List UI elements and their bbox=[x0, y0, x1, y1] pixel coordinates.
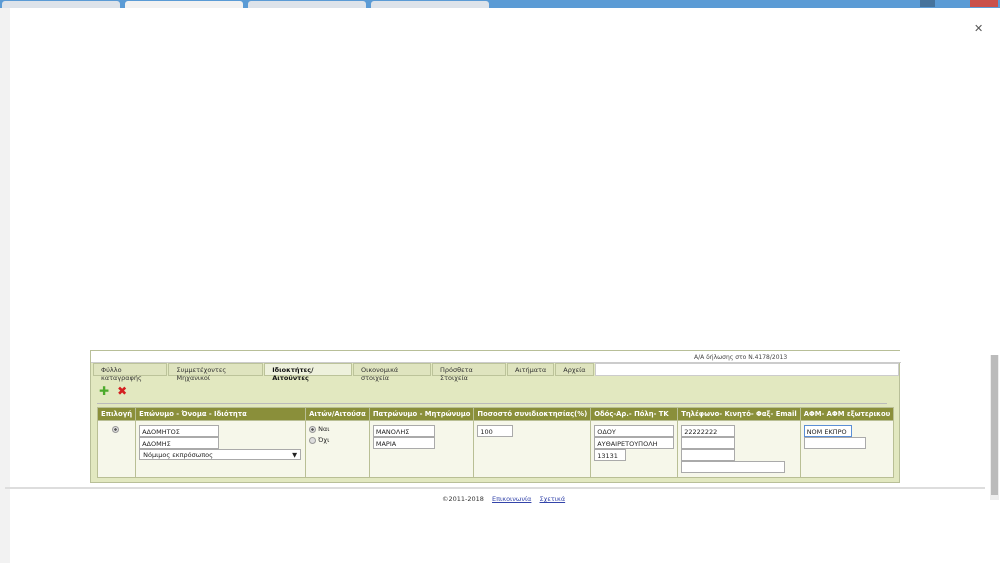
tab-bar: Φύλλο καταγραφής Συμμετέχοντες Μηχανικοί… bbox=[93, 363, 900, 382]
about-link[interactable]: Σχετικά bbox=[540, 495, 566, 503]
city-input[interactable]: ΑΥΘΑΙΡΕΤΟΥΠΟΛΗ bbox=[594, 437, 675, 449]
user-icon[interactable] bbox=[920, 0, 935, 7]
header-strip: Α/Α δήλωσης στο Ν.4178/2013 bbox=[91, 351, 901, 363]
browser-tab[interactable] bbox=[125, 1, 243, 8]
name-input[interactable]: ΑΔΟΜΗΣ bbox=[139, 437, 220, 449]
tab-record-sheet[interactable]: Φύλλο καταγραφής bbox=[93, 363, 168, 382]
footer-divider bbox=[5, 487, 985, 489]
mobile-input[interactable] bbox=[681, 437, 736, 449]
col-applicant: Αιτών/Αιτούσα bbox=[305, 407, 370, 421]
declaration-number: Α/Α δήλωσης στο Ν.4178/2013 bbox=[694, 354, 788, 361]
tab-engineers[interactable]: Συμμετέχοντες Μηχανικοί bbox=[168, 363, 264, 382]
col-percent: Ποσοστό συνιδιοκτησίας(%) bbox=[473, 407, 592, 421]
tab-financial[interactable]: Οικονομικά στοιχεία bbox=[353, 363, 431, 382]
col-contact: Τηλέφωνο- Κινητό- Φαξ- Email bbox=[677, 407, 801, 421]
window-close-button[interactable] bbox=[970, 0, 998, 7]
tab-requests[interactable]: Αιτήματα bbox=[506, 363, 555, 376]
copyright: ©2011-2018 bbox=[442, 495, 484, 503]
email-input[interactable] bbox=[681, 461, 786, 473]
col-address: Οδός-Αρ.- Πόλη- ΤΚ bbox=[590, 407, 679, 421]
x-icon[interactable]: ✖ bbox=[117, 384, 127, 398]
afm-foreign-input[interactable] bbox=[803, 437, 866, 449]
tab-bar-fill bbox=[594, 363, 900, 376]
mother-name-input[interactable]: ΜΑΡΙΑ bbox=[372, 437, 435, 449]
divider bbox=[97, 403, 887, 404]
fax-input[interactable] bbox=[681, 449, 736, 461]
scrollbar-thumb[interactable] bbox=[991, 355, 998, 495]
applicant-no-label: Όχι bbox=[318, 436, 330, 444]
vertical-scrollbar[interactable] bbox=[990, 355, 999, 500]
phone-input[interactable]: 22222222 bbox=[681, 425, 736, 437]
applicant-yes-label: Ναι bbox=[318, 425, 330, 433]
applicant-yes-radio[interactable] bbox=[309, 425, 317, 433]
plus-icon[interactable]: ✚ bbox=[99, 384, 109, 398]
owners-panel: Α/Α δήλωσης στο Ν.4178/2013 Φύλλο καταγρ… bbox=[90, 350, 901, 483]
browser-tab[interactable] bbox=[248, 1, 366, 8]
table-header: Επιλογή Επώνυμο - Όνομα - Ιδιότητα Αιτών… bbox=[96, 407, 895, 421]
tab-files[interactable]: Αρχεία bbox=[555, 363, 594, 376]
tab-owners[interactable]: Ιδιοκτήτες/Αιτούντες bbox=[264, 363, 353, 382]
close-icon[interactable]: ✕ bbox=[974, 22, 983, 35]
surname-input[interactable]: ΑΔΟΜΗΤΟΣ bbox=[139, 425, 220, 437]
browser-tab[interactable] bbox=[371, 1, 489, 8]
percent-input[interactable]: 100 bbox=[477, 425, 514, 437]
col-afm: ΑΦΜ- ΑΦΜ εξωτερικου bbox=[799, 407, 895, 421]
row-select-radio[interactable] bbox=[112, 425, 120, 433]
father-name-input[interactable]: ΜΑΝΟΛΗΣ bbox=[372, 425, 435, 437]
table-row: ΑΔΟΜΗΤΟΣ ΑΔΟΜΗΣ Νόμιμος εκπρόσωπος ▼ Ναι … bbox=[96, 420, 895, 478]
tab-additional[interactable]: Πρόσθετα Στοιχεία bbox=[432, 363, 506, 382]
col-name: Επώνυμο - Όνομα - Ιδιότητα bbox=[135, 407, 307, 421]
footer: ©2011-2018 Επικοινωνία Σχετικά bbox=[442, 495, 565, 503]
browser-side-chrome bbox=[0, 8, 10, 563]
dropdown-arrow-icon: ▼ bbox=[292, 451, 298, 459]
capacity-value: Νόμιμος εκπρόσωπος bbox=[143, 451, 213, 459]
browser-titlebar bbox=[0, 0, 1000, 8]
col-select: Επιλογή bbox=[96, 407, 137, 421]
contact-link[interactable]: Επικοινωνία bbox=[492, 495, 531, 503]
afm-input[interactable]: ΝΟΜ ΕΚΠΡΟ bbox=[803, 425, 852, 437]
applicant-no-radio[interactable] bbox=[309, 436, 317, 444]
browser-tab[interactable] bbox=[2, 1, 120, 8]
street-input[interactable]: ΟΔΟΥ bbox=[594, 425, 675, 437]
col-parents: Πατρώνυμο - Μητρώνυμο bbox=[368, 407, 475, 421]
owners-table: Επιλογή Επώνυμο - Όνομα - Ιδιότητα Αιτών… bbox=[96, 407, 895, 478]
capacity-select[interactable]: Νόμιμος εκπρόσωπος ▼ bbox=[139, 449, 302, 460]
zip-input[interactable]: 13131 bbox=[594, 449, 627, 461]
